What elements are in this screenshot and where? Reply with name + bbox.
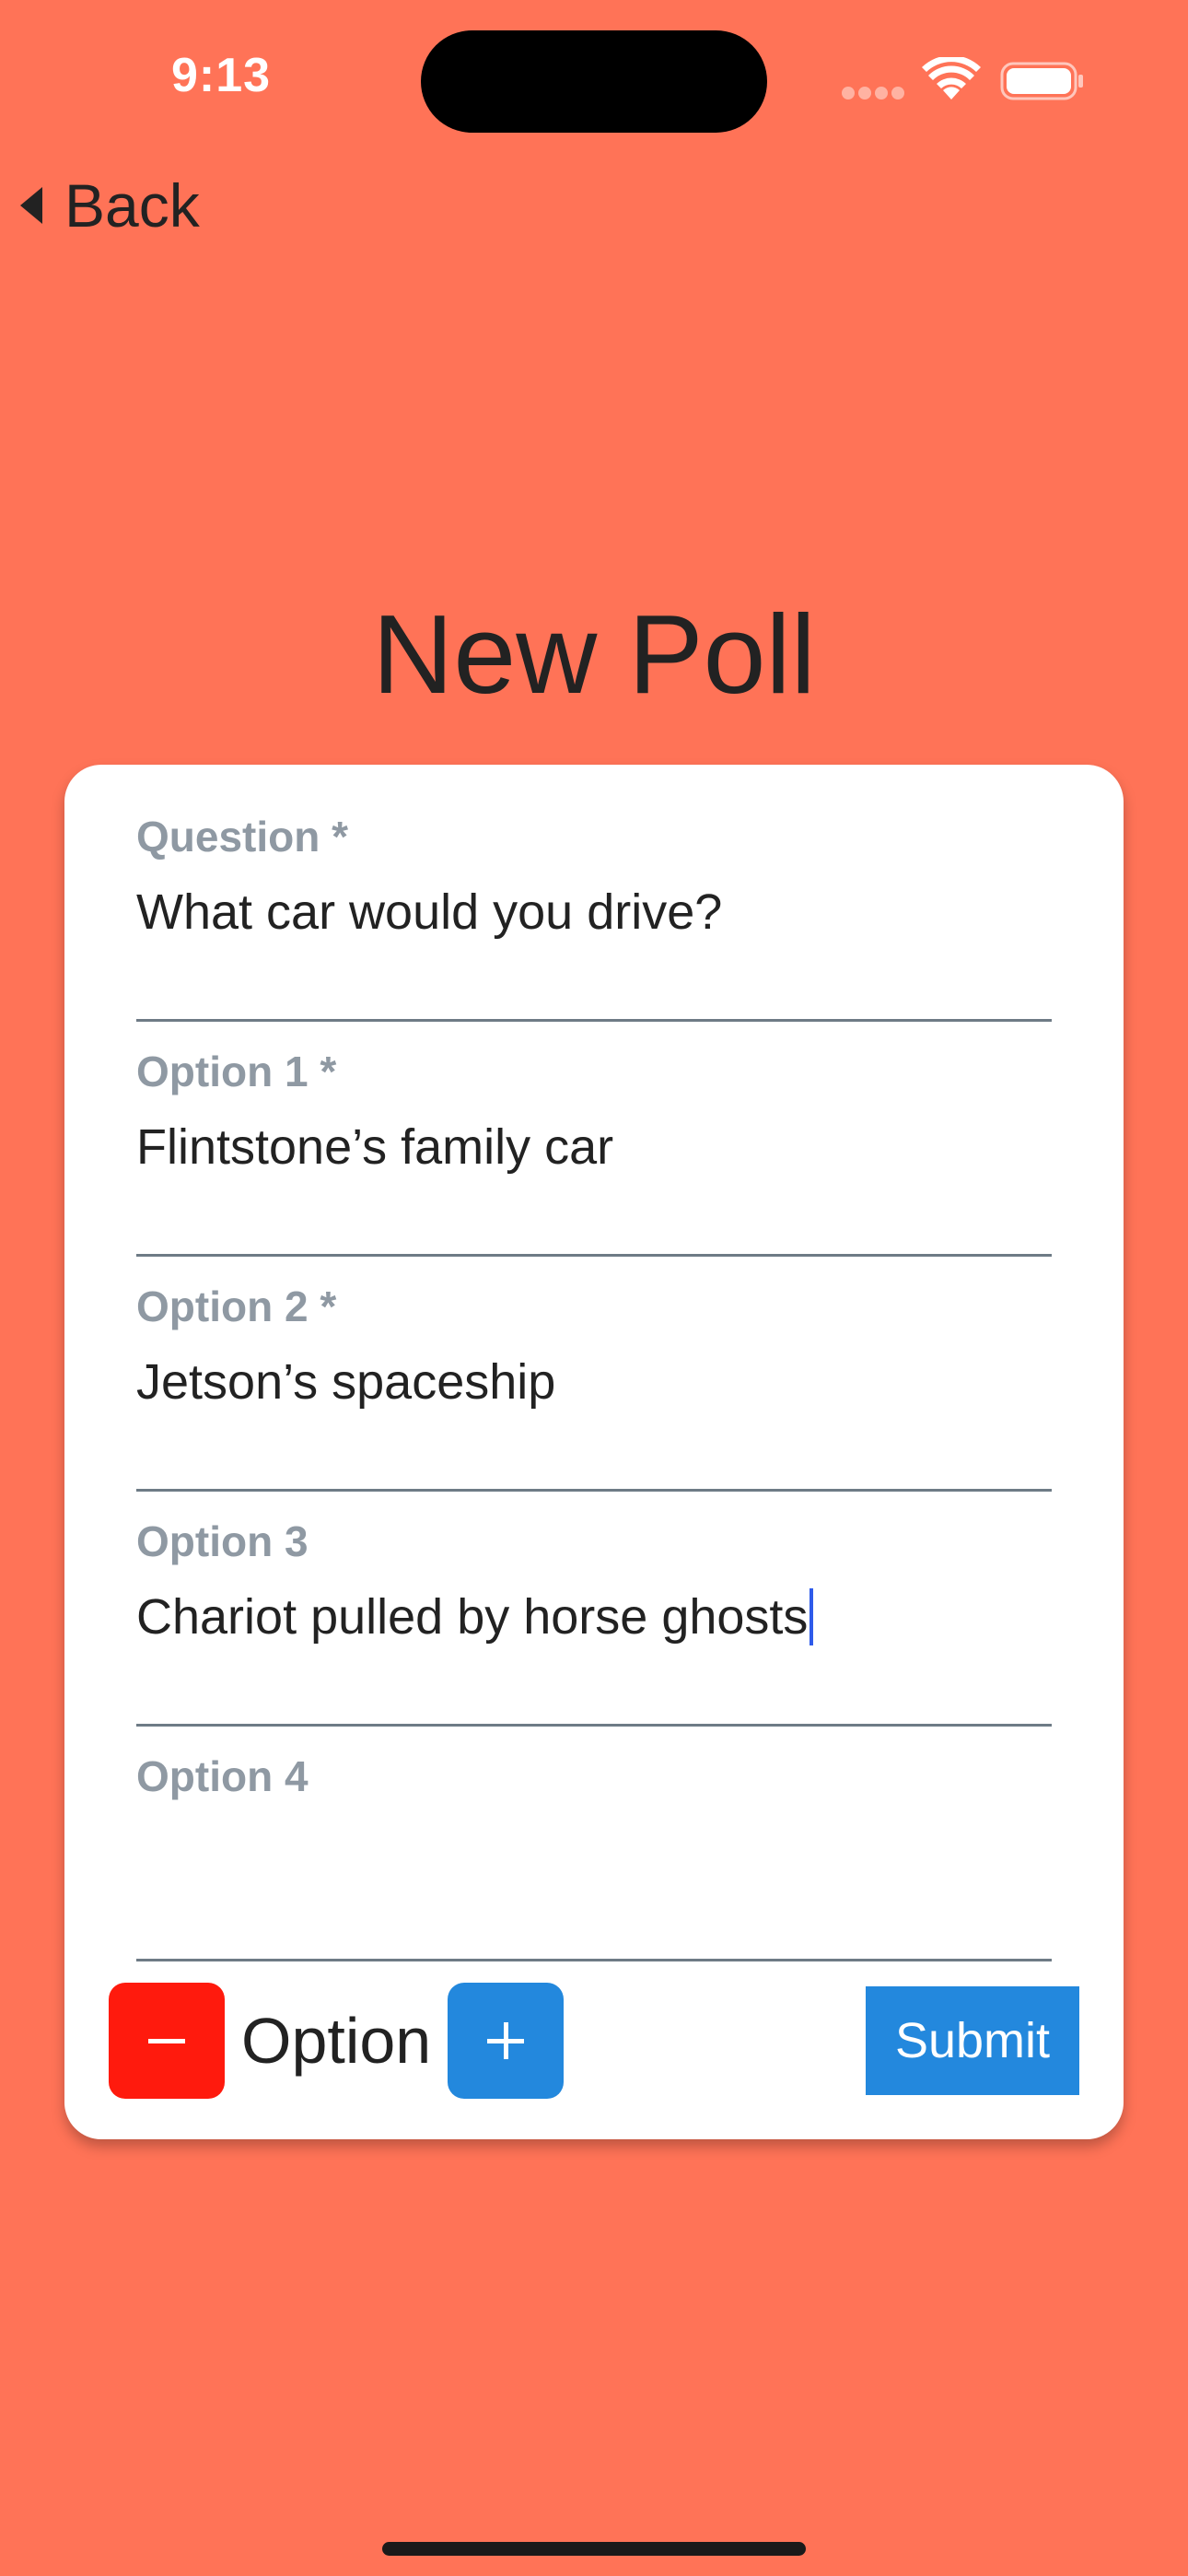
option-2-underline <box>136 1489 1052 1492</box>
option-1-field: Option 1 * Flintstone’s family car <box>136 1046 1052 1257</box>
chevron-left-icon <box>20 187 42 224</box>
wifi-icon <box>922 57 981 100</box>
option-4-underline <box>136 1959 1052 1961</box>
option-1-underline <box>136 1254 1052 1257</box>
text-caret <box>809 1587 814 1645</box>
option-4-label: Option 4 <box>136 1752 309 1800</box>
submit-button[interactable]: Submit <box>866 1986 1079 2095</box>
dynamic-island <box>421 30 767 133</box>
option-1-label: Option 1 * <box>136 1048 337 1095</box>
option-1-input[interactable]: Flintstone’s family car <box>136 1110 613 1184</box>
page-title: New Poll <box>372 591 816 717</box>
add-option-button[interactable] <box>448 1983 564 2099</box>
question-label: Question * <box>136 813 349 861</box>
option-2-label: Option 2 * <box>136 1282 337 1330</box>
home-indicator[interactable] <box>382 2542 806 2556</box>
option-4-field: Option 4 <box>136 1751 1052 1961</box>
poll-form-card: Question * What car would you drive? Opt… <box>64 765 1124 2139</box>
minus-icon <box>148 2039 185 2043</box>
cellular-signal-icon <box>842 87 904 100</box>
remove-option-button[interactable] <box>109 1983 225 2099</box>
status-bar: 9:13 <box>0 0 1188 147</box>
option-3-label: Option 3 <box>136 1517 309 1565</box>
option-3-input[interactable]: Chariot pulled by horse ghosts <box>136 1580 814 1654</box>
question-input[interactable]: What car would you drive? <box>136 875 722 949</box>
option-3-field: Option 3 Chariot pulled by horse ghosts <box>136 1516 1052 1727</box>
option-3-value: Chariot pulled by horse ghosts <box>136 1589 809 1645</box>
back-button[interactable]: Back <box>17 164 200 247</box>
status-time: 9:13 <box>170 49 272 102</box>
question-underline <box>136 1019 1052 1022</box>
option-2-field: Option 2 * Jetson’s spaceship <box>136 1281 1052 1492</box>
option-2-input[interactable]: Jetson’s spaceship <box>136 1345 555 1419</box>
back-label: Back <box>64 171 200 240</box>
option-4-input[interactable] <box>136 1815 1052 1889</box>
option-count-label: Option <box>241 2005 432 2077</box>
option-3-underline <box>136 1724 1052 1727</box>
battery-icon <box>1000 62 1083 100</box>
question-field: Question * What car would you drive? <box>136 811 1052 1022</box>
